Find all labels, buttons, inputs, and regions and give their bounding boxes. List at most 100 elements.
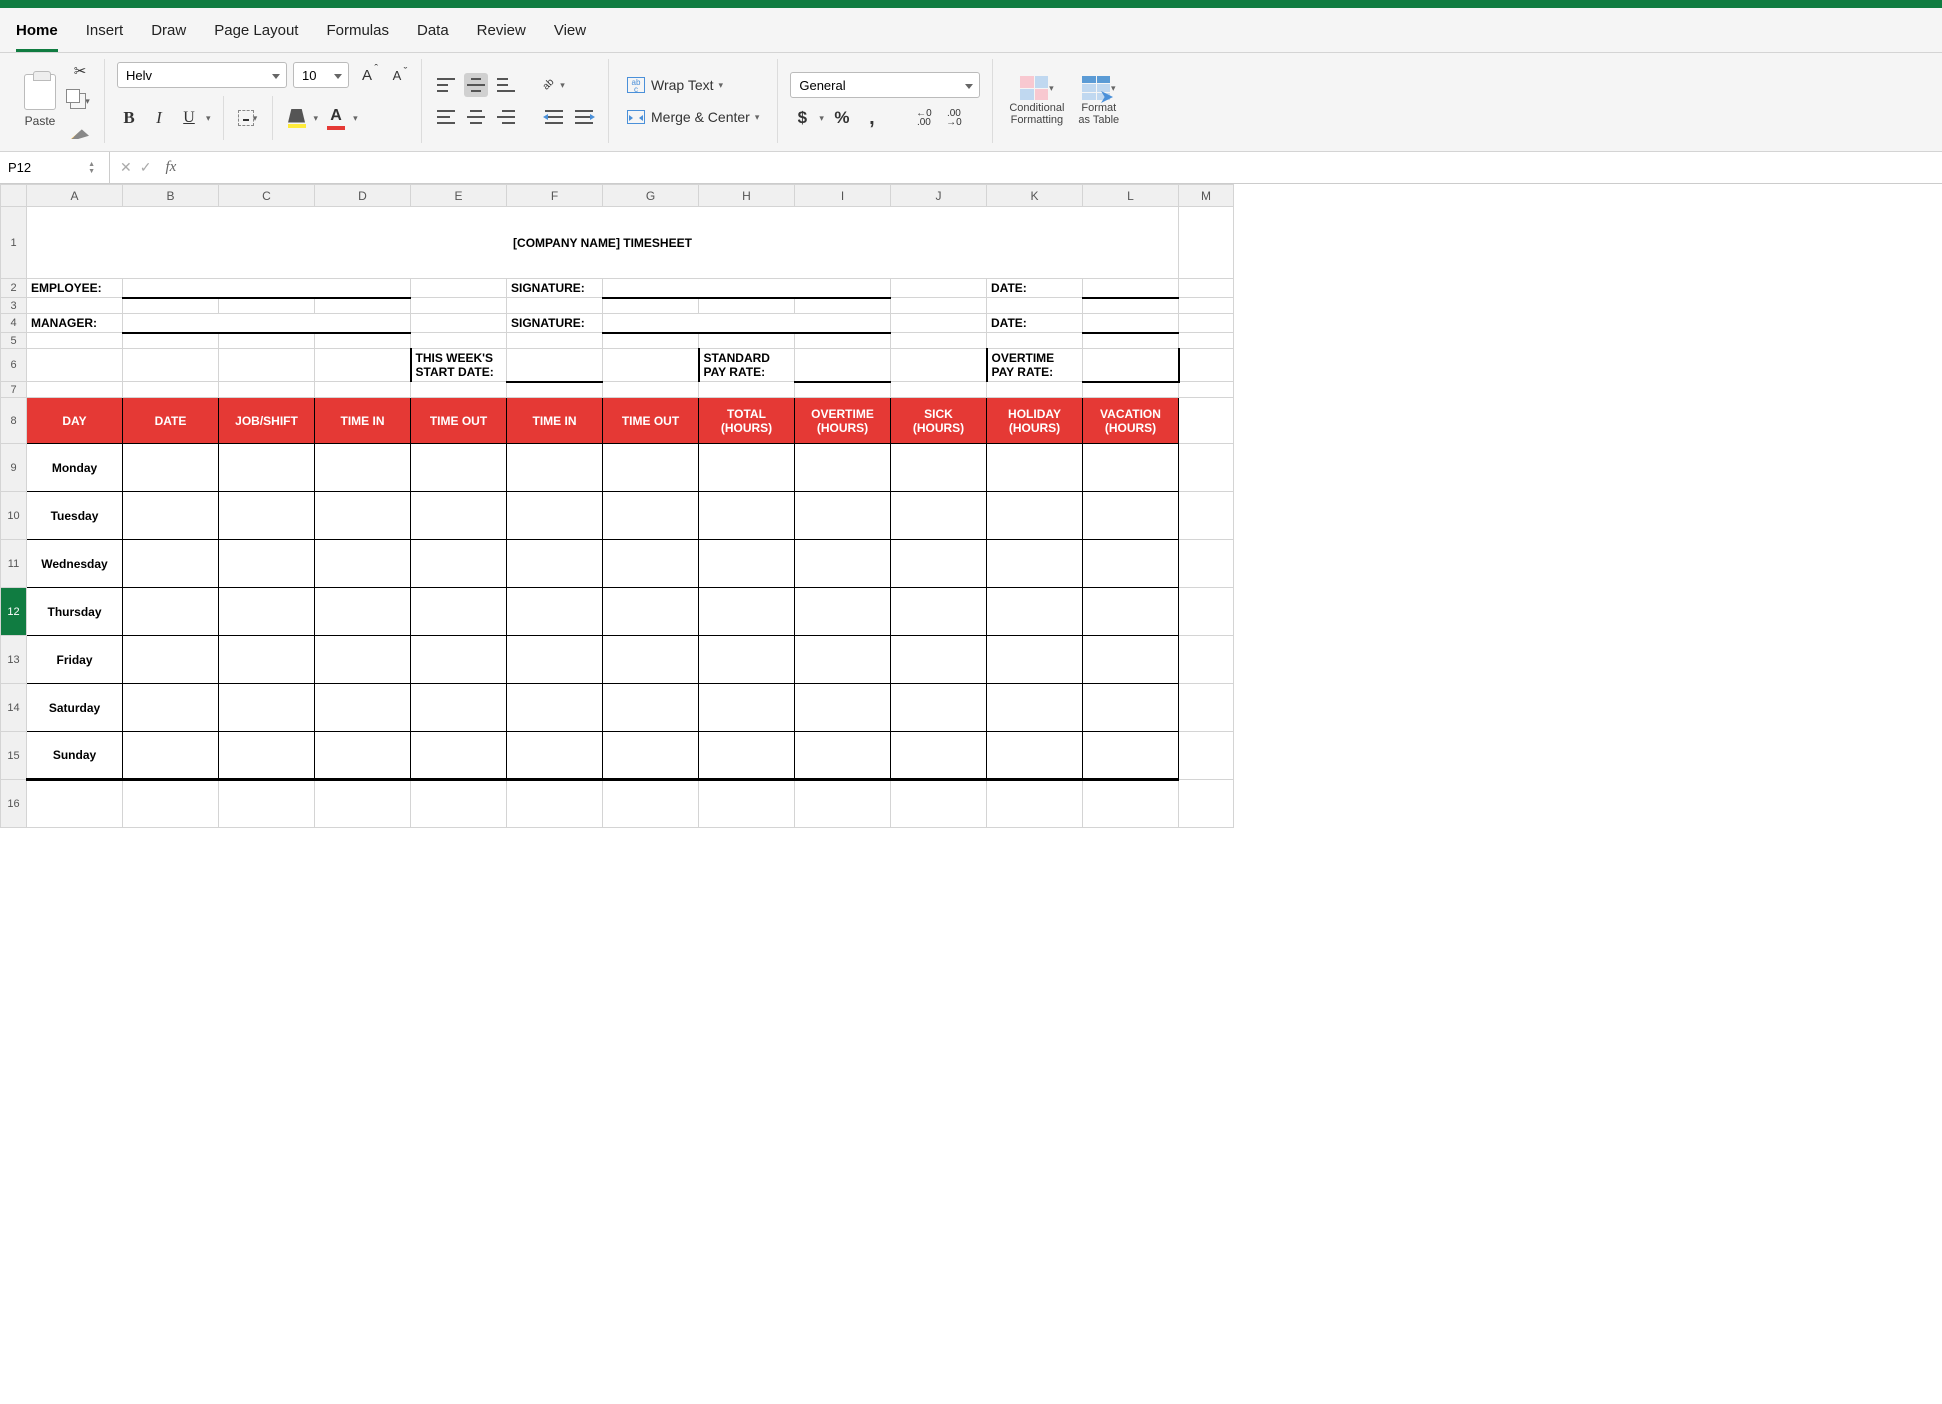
cell-r9-c2[interactable] [219,444,315,492]
cell-r14-c1[interactable] [123,684,219,732]
week-start-field[interactable] [507,349,603,382]
cell-r9-c5[interactable] [507,444,603,492]
row-header-9[interactable]: 9 [1,444,27,492]
cell-M6[interactable] [1179,349,1234,382]
column-header-D[interactable]: D [315,185,411,207]
signature-field[interactable] [603,279,891,298]
cell-r14-c10[interactable] [987,684,1083,732]
tab-data[interactable]: Data [417,16,449,52]
cell-M14[interactable] [1179,684,1234,732]
cell-M11[interactable] [1179,540,1234,588]
chevron-down-icon[interactable]: ▾ [314,113,319,124]
cell-M2[interactable] [1179,279,1234,298]
cell-M8[interactable] [1179,398,1234,444]
cell-r13-c11[interactable] [1083,636,1179,684]
cell-r16-9[interactable] [891,780,987,828]
cell-r9-c1[interactable] [123,444,219,492]
cell-r16-2[interactable] [219,780,315,828]
cell-G6[interactable] [603,349,699,382]
chevron-down-icon[interactable]: ▾ [206,113,211,124]
cell-r10-c6[interactable] [603,492,699,540]
column-header-E[interactable]: E [411,185,507,207]
cell-r11-c5[interactable] [507,540,603,588]
align-middle-button[interactable] [464,73,488,97]
wrap-text-button[interactable]: abc Wrap Text ▾ [621,73,729,97]
table-header-2[interactable]: JOB/SHIFT [219,398,315,444]
cell-r12-c6[interactable] [603,588,699,636]
row-header-16[interactable]: 16 [1,780,27,828]
cell-r13-c8[interactable] [795,636,891,684]
cell-r11-c2[interactable] [219,540,315,588]
cell-r3-8[interactable] [795,298,891,314]
table-header-8[interactable]: OVERTIME(HOURS) [795,398,891,444]
cell-r12-c3[interactable] [315,588,411,636]
align-center-button[interactable] [464,105,488,129]
fill-color-button[interactable] [285,106,309,130]
align-left-button[interactable] [434,105,458,129]
signature-label-2[interactable]: SIGNATURE: [507,314,603,333]
cell-r10-c2[interactable] [219,492,315,540]
bold-button[interactable]: B [117,106,141,130]
cell-r3-6[interactable] [603,298,699,314]
cell-r9-c10[interactable] [987,444,1083,492]
row-header-5[interactable]: 5 [1,333,27,349]
cell-r16-8[interactable] [795,780,891,828]
tab-home[interactable]: Home [16,16,58,52]
italic-button[interactable]: I [147,106,171,130]
spreadsheet-grid[interactable]: ABCDEFGHIJKLM1[COMPANY NAME] TIMESHEET2E… [0,184,1942,1398]
table-header-6[interactable]: TIME OUT [603,398,699,444]
row-header-8[interactable]: 8 [1,398,27,444]
column-header-L[interactable]: L [1083,185,1179,207]
day-cell-monday[interactable]: Monday [27,444,123,492]
cell-r15-c9[interactable] [891,732,987,780]
cell-r11-c11[interactable] [1083,540,1179,588]
date-field-2[interactable] [1083,314,1179,333]
cell-r14-c5[interactable] [507,684,603,732]
cell-r10-c9[interactable] [891,492,987,540]
cell-r13-c6[interactable] [603,636,699,684]
signature-field-2[interactable] [603,314,891,333]
increase-decimal-button[interactable]: ←0.00 [912,106,936,130]
employee-label[interactable]: EMPLOYEE: [27,279,123,298]
cell-r3-4[interactable] [411,298,507,314]
cell-r14-c7[interactable] [699,684,795,732]
cell-r16-3[interactable] [315,780,411,828]
cell-r16-4[interactable] [411,780,507,828]
cell-r13-c4[interactable] [411,636,507,684]
cell-r10-c4[interactable] [411,492,507,540]
row-header-11[interactable]: 11 [1,540,27,588]
cell-r16-6[interactable] [603,780,699,828]
cell-r13-c9[interactable] [891,636,987,684]
align-bottom-button[interactable] [494,73,518,97]
row-header-7[interactable]: 7 [1,382,27,398]
manager-field[interactable] [123,314,411,333]
day-cell-tuesday[interactable]: Tuesday [27,492,123,540]
cell-r15-c1[interactable] [123,732,219,780]
select-all-corner[interactable] [1,185,27,207]
cell-r10-c8[interactable] [795,492,891,540]
date-label[interactable]: DATE: [987,279,1083,298]
cell-r16-1[interactable] [123,780,219,828]
cell-r5-0[interactable] [27,333,123,349]
cell-r10-c11[interactable] [1083,492,1179,540]
increase-indent-button[interactable] [572,105,596,129]
cell-r11-c9[interactable] [891,540,987,588]
cell-r5-8[interactable] [795,333,891,349]
accounting-format-button[interactable]: $ [790,106,814,130]
cell-r15-c8[interactable] [795,732,891,780]
cell-r12-c10[interactable] [987,588,1083,636]
cell-r13-c3[interactable] [315,636,411,684]
cell-r3-12[interactable] [1179,298,1234,314]
cell-r12-c11[interactable] [1083,588,1179,636]
cell-r14-c2[interactable] [219,684,315,732]
table-header-0[interactable]: DAY [27,398,123,444]
cell-r9-c9[interactable] [891,444,987,492]
cut-button[interactable] [68,59,92,83]
ot-rate-label[interactable]: OVERTIME PAY RATE: [987,349,1083,382]
cell-r15-c3[interactable] [315,732,411,780]
table-header-11[interactable]: VACATION(HOURS) [1083,398,1179,444]
formula-input[interactable] [186,152,1942,183]
cell-r7-9[interactable] [891,382,987,398]
cell-r14-c6[interactable] [603,684,699,732]
manager-label[interactable]: MANAGER: [27,314,123,333]
